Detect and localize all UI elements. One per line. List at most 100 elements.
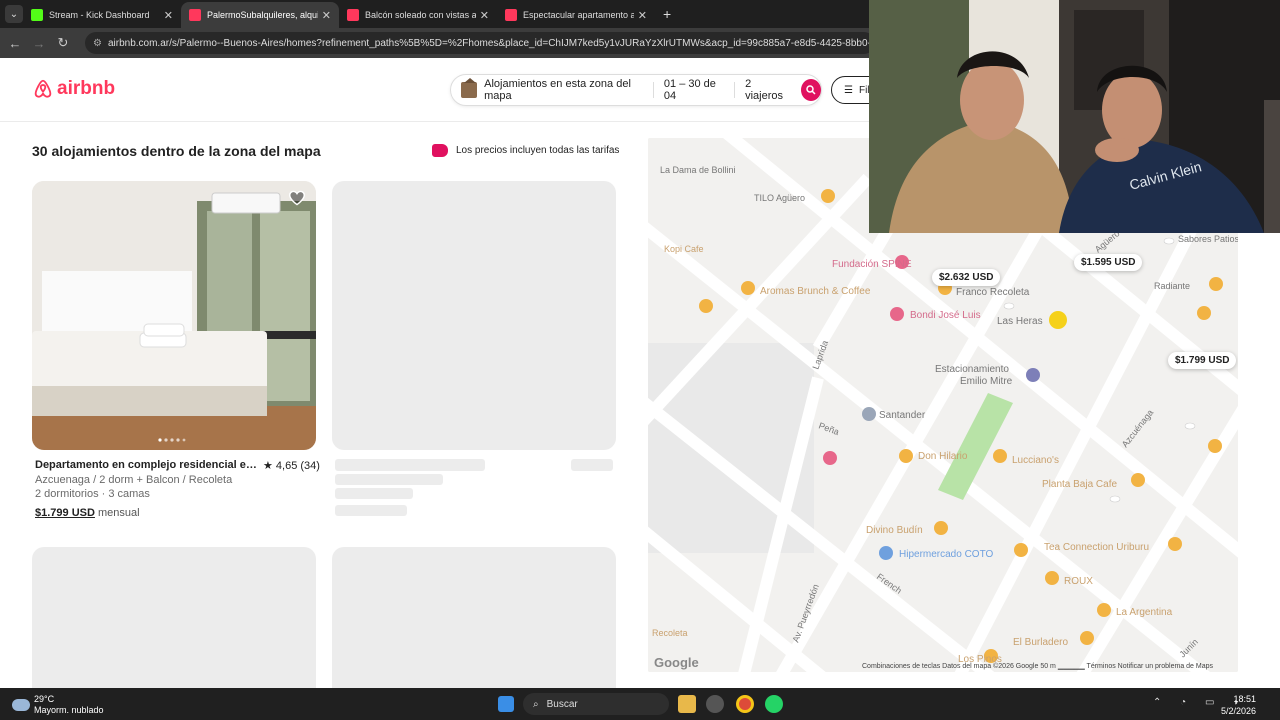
listing-price: $1.799 USD mensual (35, 507, 140, 519)
close-tab-icon[interactable]: ✕ (480, 9, 489, 22)
loading-line (571, 459, 613, 471)
tab-kick-dashboard[interactable]: Stream - Kick Dashboard ✕ (23, 2, 181, 28)
tab-title: Stream - Kick Dashboard (49, 10, 150, 20)
close-tab-icon[interactable]: ✕ (164, 9, 173, 22)
svg-text:Estacionamiento: Estacionamiento (935, 364, 1009, 375)
loading-card-image (32, 547, 316, 688)
airbnb-favicon-icon (347, 9, 359, 21)
airbnb-favicon-icon (505, 9, 517, 21)
listing-rooms: 2 dormitorios · 3 camas (35, 488, 150, 500)
tab-title: PalermoSubalquileres, alquileres (207, 10, 318, 20)
map-attribution[interactable]: Combinaciones de teclas Datos del mapa ©… (862, 662, 1213, 670)
loading-line (335, 474, 443, 485)
close-tab-icon[interactable]: ✕ (322, 9, 331, 22)
windows-taskbar: 29°C Mayorm. nublado ⌕ Buscar ⌃ ◔ ▭ ◗ 18… (0, 688, 1280, 720)
weather-condition: Mayorm. nublado (34, 705, 104, 715)
webcam-overlay: Calvin Klein (869, 0, 1280, 233)
svg-text:Franco Recoleta: Franco Recoleta (956, 287, 1030, 298)
svg-text:La Dama de Bollini: La Dama de Bollini (660, 165, 736, 175)
svg-text:Aromas Brunch & Coffee: Aromas Brunch & Coffee (760, 286, 871, 297)
price-note: Los precios incluyen todas las tarifas (432, 144, 619, 157)
search-icon: ⌕ (533, 698, 539, 710)
loading-line (335, 488, 413, 499)
loading-card-image (332, 181, 616, 450)
tab-search-menu-button[interactable]: ⌄ (5, 5, 23, 23)
loading-line (335, 459, 485, 471)
heart-icon[interactable] (288, 190, 306, 206)
clock-time: 18:51 (1233, 694, 1256, 704)
airbnb-belo-icon (34, 79, 52, 98)
listing-photo[interactable] (32, 181, 316, 450)
tab-espectacular-apartamento[interactable]: Espectacular apartamento art d ✕ (497, 2, 655, 28)
filters-label: Fil (858, 84, 870, 96)
svg-text:Hipermercado COTO: Hipermercado COTO (899, 549, 994, 560)
listing-description: Azcuenaga / 2 dorm + Balcon / Recoleta (35, 474, 233, 486)
whatsapp-icon[interactable] (765, 695, 783, 713)
clock[interactable]: 18:51 5/2/2026 (1221, 693, 1256, 717)
site-info-icon[interactable]: ⚙ (93, 38, 102, 49)
map-price-pin[interactable]: $1.595 USD (1074, 254, 1143, 271)
svg-text:Divino Budín: Divino Budín (866, 525, 923, 536)
brand-name: airbnb (57, 78, 116, 99)
svg-text:Sabores Patios: Sabores Patios (1178, 234, 1238, 244)
divider (734, 82, 736, 98)
google-logo: Google (654, 655, 699, 670)
search-icon (806, 85, 816, 95)
bedroom-photo (32, 181, 316, 450)
results-title: 30 alojamientos dentro de la zona del ma… (32, 143, 321, 159)
svg-text:Kopi Cafe: Kopi Cafe (664, 244, 704, 254)
tab-balcon-soleado[interactable]: Balcón soleado con vistas al jar ✕ (339, 2, 497, 28)
svg-text:ROUX: ROUX (1064, 576, 1093, 587)
price-amount[interactable]: $1.799 USD (35, 507, 95, 519)
loading-line (335, 505, 407, 516)
svg-text:Las Heras: Las Heras (997, 316, 1043, 327)
airbnb-favicon-icon (189, 9, 201, 21)
airbnb-logo[interactable]: airbnb (32, 78, 115, 100)
svg-text:Fundación SPINE: Fundación SPINE (832, 259, 912, 270)
taskbar-search-label: Buscar (546, 698, 578, 710)
listing-title[interactable]: Departamento en complejo residencial en … (35, 459, 261, 471)
windows-start-icon[interactable] (498, 696, 514, 712)
svg-text:Bondi José Luis: Bondi José Luis (910, 310, 981, 321)
kick-favicon-icon (31, 9, 43, 21)
forward-arrow-icon[interactable]: → (27, 36, 51, 51)
svg-text:Lucciano's: Lucciano's (1012, 455, 1059, 466)
house-icon (461, 78, 478, 98)
temperature: 29°C (34, 694, 55, 704)
price-period: mensual (98, 507, 140, 519)
search-location[interactable]: Alojamientos en esta zona del mapa (484, 78, 643, 102)
url-field[interactable]: ⚙ airbnb.com.ar/s/Palermo--Buenos-Aires/… (85, 32, 875, 54)
file-explorer-icon[interactable] (678, 695, 696, 713)
loading-card-image (332, 547, 616, 688)
search-bar[interactable]: Alojamientos en esta zona del mapa 01 – … (450, 74, 822, 106)
tab-title: Espectacular apartamento art d (523, 10, 634, 20)
url-text: airbnb.com.ar/s/Palermo--Buenos-Aires/ho… (107, 37, 875, 49)
app-icon[interactable] (706, 695, 724, 713)
svg-text:Tea Connection Uriburu: Tea Connection Uriburu (1044, 542, 1149, 553)
weather-widget[interactable]: 29°C Mayorm. nublado (12, 694, 104, 716)
svg-text:La Argentina: La Argentina (1116, 607, 1173, 618)
svg-text:Planta Baja Cafe: Planta Baja Cafe (1042, 479, 1117, 490)
svg-text:TILO Agüero: TILO Agüero (754, 193, 805, 203)
svg-text:El Burladero: El Burladero (1013, 637, 1068, 648)
map-price-pin[interactable]: $2.632 USD (932, 269, 1001, 286)
price-note-text: Los precios incluyen todas las tarifas (456, 145, 620, 156)
sliders-icon: ☰ (844, 84, 853, 96)
webcam-feed: Calvin Klein (869, 0, 1280, 233)
close-tab-icon[interactable]: ✕ (638, 9, 647, 22)
svg-text:Santander: Santander (879, 410, 926, 421)
tab-airbnb-palermo[interactable]: PalermoSubalquileres, alquileres ✕ (181, 2, 339, 28)
back-arrow-icon[interactable]: ← (3, 36, 27, 51)
search-guests[interactable]: 2 viajeros (745, 78, 787, 102)
chrome-icon[interactable] (736, 695, 754, 713)
search-button[interactable] (801, 79, 821, 101)
tab-title: Balcón soleado con vistas al jar (365, 10, 476, 20)
reload-icon[interactable]: ↻ (51, 35, 75, 51)
new-tab-button[interactable]: + (663, 6, 671, 22)
clock-date: 5/2/2026 (1220, 706, 1256, 716)
search-dates[interactable]: 01 – 30 de 04 (664, 78, 724, 102)
taskbar-search[interactable]: ⌕ Buscar (523, 693, 669, 715)
svg-text:Emilio Mitre: Emilio Mitre (960, 376, 1013, 387)
map-price-pin[interactable]: $1.799 USD (1168, 352, 1237, 369)
listing-rating: ★ 4,65 (34) (263, 460, 320, 472)
